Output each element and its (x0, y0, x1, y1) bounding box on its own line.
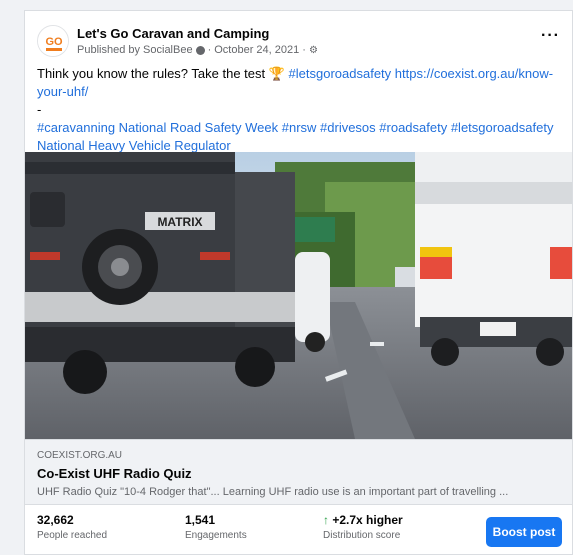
matrix-decal: MATRIX (157, 215, 202, 229)
post-insights: 32,662 People reached 1,541 Engagements … (25, 505, 572, 554)
trophy-icon: 🏆 (268, 66, 285, 81)
page-avatar[interactable]: GO (37, 25, 69, 57)
regulator-link[interactable]: National Heavy Vehicle Regulator (37, 138, 231, 153)
published-by: Published by SocialBee (77, 44, 193, 56)
dot-separator: · (302, 44, 306, 56)
post-meta: Published by SocialBee · October 24, 202… (77, 44, 318, 56)
dash: - (37, 102, 42, 117)
letsgo-logo-icon: GO (38, 26, 68, 56)
distribution-score-label: Distribution score (323, 530, 401, 541)
info-icon[interactable] (195, 45, 205, 55)
link-preview[interactable]: COEXIST.ORG.AU Co-Exist UHF Radio Quiz U… (25, 439, 572, 505)
post-text: Think you know the rules? Take the test … (37, 65, 557, 155)
people-reached-stat[interactable]: 32,662 People reached (37, 513, 107, 541)
people-reached-value: 32,662 (37, 513, 74, 527)
link-description: UHF Radio Quiz "10-4 Rodger that"... Lea… (37, 486, 509, 498)
post-card: GO Let's Go Caravan and Camping Publishe… (24, 10, 573, 555)
engagements-stat[interactable]: 1,541 Engagements (185, 513, 247, 541)
link-title[interactable]: Co-Exist UHF Radio Quiz (37, 466, 192, 481)
post-date[interactable]: October 24, 2021 (214, 44, 299, 56)
distribution-score-value: ↑ +2.7x higher (323, 513, 403, 527)
boost-post-button[interactable]: Boost post (486, 517, 562, 547)
road-image: MATRIX (25, 152, 572, 439)
dot-separator: · (207, 44, 212, 56)
arrow-up-icon: ↑ (323, 513, 329, 527)
post-text-line: Think you know the rules? Take the test (37, 66, 269, 81)
engagements-value: 1,541 (185, 513, 216, 527)
distribution-score-stat[interactable]: ↑ +2.7x higher Distribution score (323, 513, 403, 541)
engagements-label: Engagements (185, 530, 247, 541)
more-options-button[interactable]: ··· (541, 27, 560, 45)
people-reached-label: People reached (37, 530, 108, 541)
hashtags-link[interactable]: #caravanning National Road Safety Week #… (37, 120, 553, 135)
distribution-value-text: +2.7x higher (332, 513, 403, 527)
link-domain: COEXIST.ORG.AU (37, 450, 123, 461)
page-name[interactable]: Let's Go Caravan and Camping (77, 26, 269, 41)
post-header: GO Let's Go Caravan and Camping Publishe… (37, 25, 560, 65)
hashtag-link[interactable]: #letsgoroadsafety (289, 66, 392, 81)
svg-text:GO: GO (45, 36, 63, 48)
gear-icon[interactable]: ⚙ (309, 45, 318, 56)
post-image[interactable]: MATRIX (25, 152, 572, 439)
